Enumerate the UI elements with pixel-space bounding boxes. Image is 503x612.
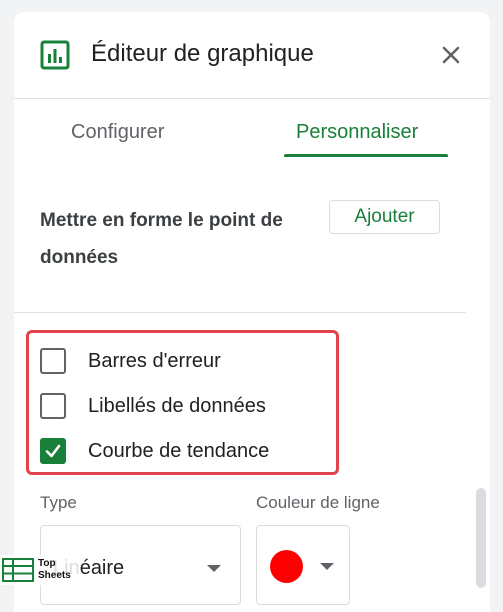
chart-editor-panel: Éditeur de graphique Configurer Personna… — [14, 12, 490, 612]
section-divider — [14, 312, 466, 313]
line-color-select[interactable] — [256, 525, 350, 605]
scrollbar[interactable] — [476, 488, 486, 588]
active-tab-indicator — [284, 154, 448, 157]
add-button[interactable]: Ajouter — [329, 200, 440, 234]
error-bars-label: Barres d'erreur — [88, 350, 221, 372]
data-point-format-label-line2: données — [40, 247, 119, 268]
data-labels-checkbox[interactable] — [40, 393, 66, 419]
chart-editor-title: Éditeur de graphique — [91, 40, 314, 67]
error-bars-checkbox[interactable] — [40, 348, 66, 374]
watermark-text: Top Sheets — [38, 558, 71, 582]
data-point-format-label: Mettre en forme le point de données — [40, 202, 320, 276]
type-label: Type — [40, 493, 77, 512]
color-swatch — [270, 550, 303, 583]
watermark-line1: Top — [38, 558, 56, 569]
chevron-down-icon — [207, 565, 221, 572]
top-sheets-watermark: Top Sheets — [0, 555, 80, 585]
watermark-line2: Sheets — [38, 570, 71, 581]
header-divider — [14, 98, 490, 99]
tab-personnaliser[interactable]: Personnaliser — [296, 118, 418, 146]
line-color-label: Couleur de ligne — [256, 493, 380, 512]
close-icon[interactable] — [438, 42, 464, 68]
check-icon — [45, 444, 61, 458]
chevron-down-icon — [320, 563, 334, 570]
data-point-format-label-line1: Mettre en forme le point de — [40, 210, 283, 231]
trendline-checkbox[interactable] — [40, 438, 66, 464]
spreadsheet-logo-icon — [2, 558, 34, 582]
chart-editor-header: Éditeur de graphique — [14, 12, 490, 98]
tab-configurer[interactable]: Configurer — [71, 118, 164, 146]
trendline-label: Courbe de tendance — [88, 440, 270, 462]
chart-icon — [40, 40, 70, 70]
data-labels-label: Libellés de données — [88, 395, 266, 417]
